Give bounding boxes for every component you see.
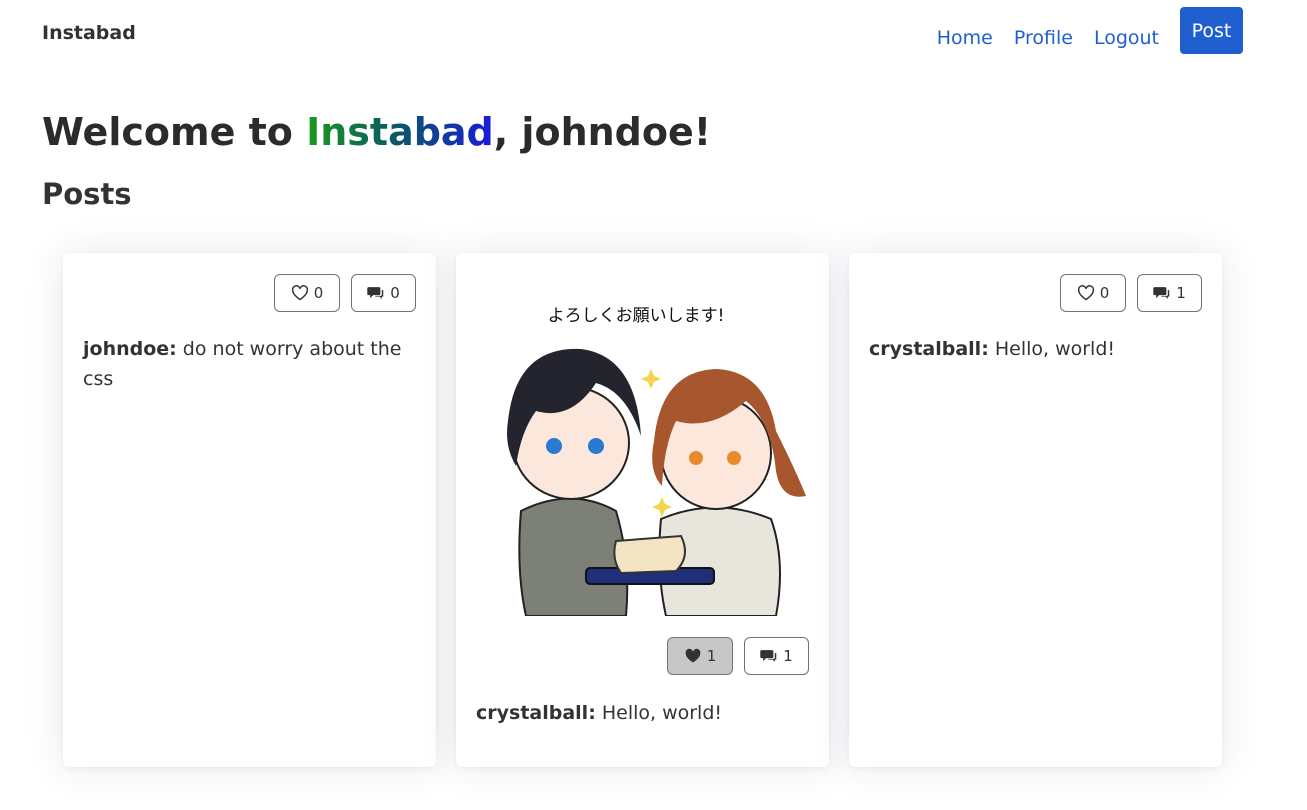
comment-count: 1: [783, 647, 793, 665]
nav-links: Home Profile Logout Post: [937, 7, 1243, 54]
nav-profile-link[interactable]: Profile: [1014, 13, 1073, 49]
nav-logout-link[interactable]: Logout: [1094, 13, 1159, 49]
like-count: 0: [313, 284, 324, 302]
post-actions: 0 0: [263, 274, 416, 312]
post-author[interactable]: crystalball:: [869, 338, 989, 360]
comment-count: 0: [390, 284, 400, 302]
nav-home-link[interactable]: Home: [937, 13, 993, 49]
new-post-button[interactable]: Post: [1180, 7, 1243, 54]
post-image[interactable]: よろしくお願いします!: [476, 271, 809, 616]
heart-filled-icon: [685, 648, 701, 663]
heart-icon: [291, 285, 308, 301]
chat-bubbles-icon: [367, 287, 384, 299]
like-button[interactable]: 0: [274, 274, 340, 312]
comment-button[interactable]: 0: [351, 274, 416, 312]
image-caption: よろしくお願いします!: [548, 306, 725, 326]
like-count: 1: [706, 647, 717, 665]
post-text: Hello, world!: [595, 702, 723, 724]
post-body: crystalball: Hello, world!: [476, 698, 806, 728]
post-body: crystalball: Hello, world!: [869, 334, 1199, 364]
post-card: 0 1 crystalball: Hello, world!: [849, 253, 1222, 767]
post-card: よろしくお願いします! 1 1 crystalball: Hello, worl…: [456, 253, 829, 767]
post-card: 0 0 johndoe: do not worry about the css: [63, 253, 436, 767]
comment-button[interactable]: 1: [744, 637, 809, 675]
post-author[interactable]: crystalball:: [476, 702, 596, 724]
navbar: Instabad Home Profile Logout Post: [0, 0, 1307, 70]
welcome-suffix: , johndoe!: [493, 110, 712, 154]
post-text: Hello, world!: [988, 338, 1116, 360]
like-button[interactable]: 1: [667, 637, 733, 675]
welcome-brand: Instabad: [306, 110, 494, 154]
comment-button[interactable]: 1: [1137, 274, 1202, 312]
chat-bubbles-icon: [1153, 287, 1170, 299]
post-actions: 1 1: [656, 637, 809, 675]
posts-heading: Posts: [42, 177, 132, 211]
welcome-prefix: Welcome to: [42, 110, 307, 154]
like-button[interactable]: 0: [1060, 274, 1126, 312]
brand-logo[interactable]: Instabad: [42, 22, 136, 44]
post-author[interactable]: johndoe:: [83, 338, 177, 360]
post-body: johndoe: do not worry about the css: [83, 334, 413, 394]
like-count: 0: [1099, 284, 1110, 302]
post-actions: 0 1: [1049, 274, 1202, 312]
heart-icon: [1077, 285, 1094, 301]
chat-bubbles-icon: [760, 650, 777, 662]
page-title: Welcome to Instabad, johndoe!: [42, 110, 711, 154]
comment-count: 1: [1176, 284, 1186, 302]
